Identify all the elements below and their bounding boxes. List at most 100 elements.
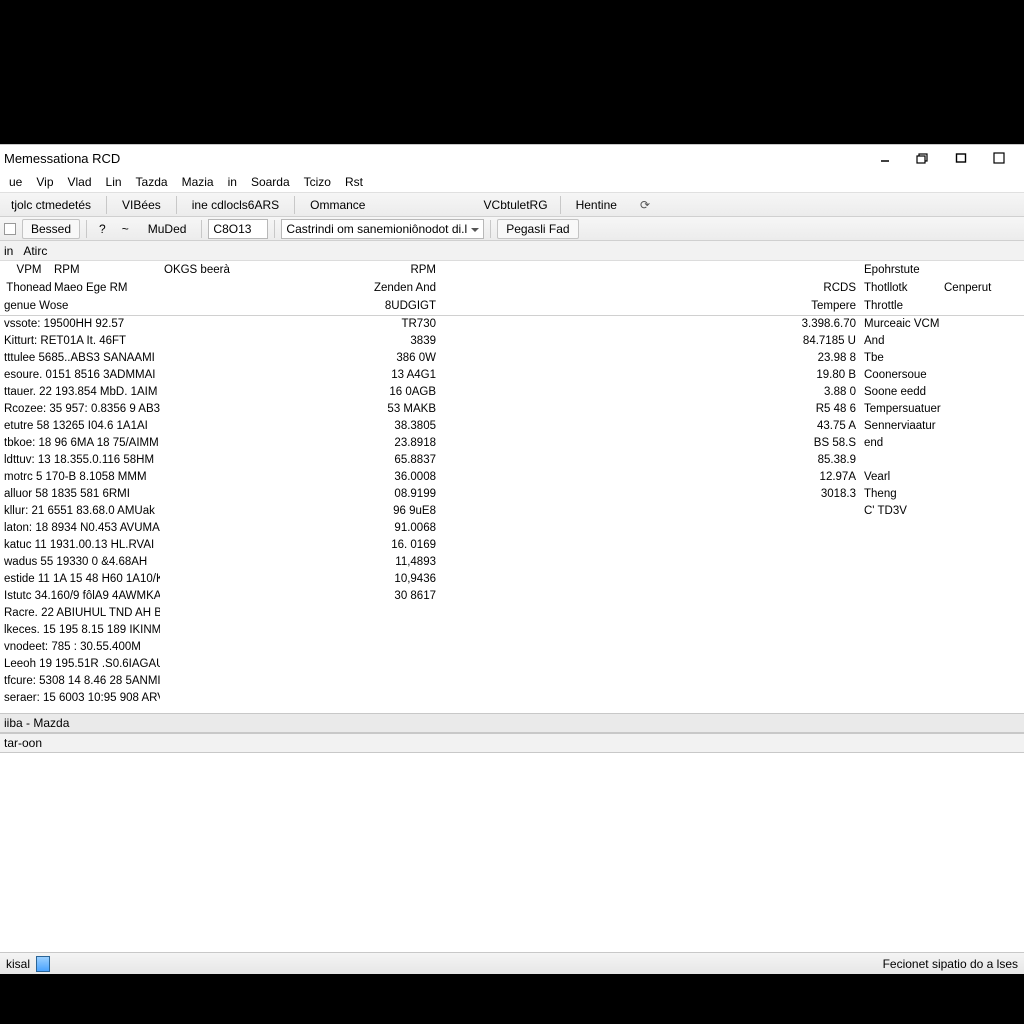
toolbar1-item-2[interactable]: ine cdlocls6ARS [183,195,288,215]
column-header[interactable] [790,261,860,279]
cell [790,502,860,519]
toolbar-separator [86,220,87,238]
table-row[interactable]: Racre. 22 ABIUHUL TND AH BRA [0,604,1024,621]
menu-in[interactable]: in [221,173,244,191]
minimize-button[interactable] [868,147,902,169]
menu-ue[interactable]: ue [2,173,29,191]
table-row[interactable]: laton: 18 8934 N0.453 AVUMA91.0068 [0,519,1024,536]
table-row[interactable]: vssote: 19500HH 92.57TR7303.398.6.70Murc… [0,315,1024,332]
menu-rst[interactable]: Rst [338,173,370,191]
cell [440,468,790,485]
menu-tcizo[interactable]: Tcizo [297,173,338,191]
toolbar-separator [176,196,177,214]
cell: Tbe [860,349,1024,366]
column-header[interactable]: RCDS [790,279,860,297]
cell [790,553,860,570]
data-grid[interactable]: VPMRPMOKGS beeràRPM Epohrstute ThoneadMae… [0,261,1024,713]
toolbar1-right-button[interactable]: Hentine [567,195,626,215]
column-header[interactable]: Tempere [790,297,860,315]
btn-pegasli[interactable]: Pegasli Fad [497,219,578,239]
column-header[interactable]: 8UDGIGT [160,297,440,315]
cell: alluor 58 1835 581 6RMI [0,485,160,502]
menu-lin[interactable]: Lin [99,173,129,191]
table-row[interactable]: Rcozee: 35 957: 0.8356 9 AB3M53 MAKBR5 4… [0,400,1024,417]
table-row[interactable]: ldttuv: 13 18.355.0.116 58HM65.883785.38… [0,451,1024,468]
menu-vip[interactable]: Vip [29,173,60,191]
cell [790,638,860,655]
code-field[interactable]: C8O13 [208,219,268,239]
cell: 13 A4G1 [160,366,440,383]
table-row[interactable]: Istutc 34.160/9 fôlA9 4AWMKA30 8617 [0,587,1024,604]
column-header[interactable] [440,297,790,315]
cell [440,638,790,655]
cell [440,570,790,587]
cell [860,638,1024,655]
column-header[interactable] [440,261,790,279]
question-label: ? [93,222,112,236]
cell: laton: 18 8934 N0.453 AVUMA [0,519,160,536]
column-header[interactable] [440,279,790,297]
cell [860,655,1024,672]
cell: 3.398.6.70 [790,315,860,332]
table-row[interactable]: motrc 5 170-B 8.1058 MMM36.000812.97AVea… [0,468,1024,485]
column-header[interactable]: ThotllotkCenperut [860,279,1024,297]
table-row[interactable]: katuc 11 1931.00.13 HL.RVAI16. 0169 [0,536,1024,553]
info-strip-1: iiba - Mazda [0,713,1024,733]
cell: 85.38.9 [790,451,860,468]
cell [160,655,440,672]
table-row[interactable]: tttulee 5685..ABS3 SANAAMI386 0W23.98 8T… [0,349,1024,366]
document-icon[interactable] [36,956,50,972]
maximize-button[interactable] [982,147,1016,169]
cell: TR730 [160,315,440,332]
cell [160,621,440,638]
titlebar: Memessationa RCD [0,145,1024,171]
tiny-square-button[interactable] [4,223,16,235]
toolbar1-item-3[interactable]: Ommance [301,195,374,215]
btn-bessed[interactable]: Bessed [22,219,80,239]
table-row[interactable]: tbkoe: 18 96 6MA 18 75/AIMM23.8918BS 58.… [0,434,1024,451]
table-row[interactable]: ttauer. 22 193.854 MbD. 1AIM16 0AGB3.88 … [0,383,1024,400]
table-row[interactable]: vnodeet: 785 : 30.55.400M [0,638,1024,655]
refresh-icon[interactable]: ⟳ [630,198,660,212]
table-row[interactable]: esoure. 0151 8516 3ADMMAI13 A4G119.80 BC… [0,366,1024,383]
table-row[interactable]: Kitturt: RET01A It. 46FT383984.7185 UAnd [0,332,1024,349]
table-row[interactable]: alluor 58 1835 581 6RMI08.91993018.3Then… [0,485,1024,502]
cell: vssote: 19500HH 92.57 [0,315,160,332]
cell: katuc 11 1931.00.13 HL.RVAI [0,536,160,553]
secondary-box-button[interactable] [944,147,978,169]
cell: esoure. 0151 8516 3ADMMAI [0,366,160,383]
menu-tazda[interactable]: Tazda [129,173,175,191]
column-header[interactable]: Throttle [860,297,1024,315]
cell [160,689,440,706]
cell [440,383,790,400]
column-header[interactable]: Epohrstute [860,261,1024,279]
table-row[interactable]: kllur: 21 6551 83.68.0 AMUak96 9uE8C' TD… [0,502,1024,519]
restore-button[interactable] [906,147,940,169]
cell [790,519,860,536]
toolbar1-item-0[interactable]: tjolc ctmedetés [2,195,100,215]
table-row[interactable]: lkeces. 15 195 8.15 189 IKINM [0,621,1024,638]
column-header[interactable]: ThoneadMaeo Ege RM [0,279,160,297]
column-header[interactable]: Zenden And [160,279,440,297]
table-row[interactable]: tfcure: 5308 14 8.46 28 5ANMI [0,672,1024,689]
statusbar: kisal Fecionet sipatio do a lses [0,952,1024,974]
cell: vnodeet: 785 : 30.55.400M [0,638,160,655]
table-row[interactable]: etutre 58 13265 I04.6 1A1AI38.380543.75 … [0,417,1024,434]
combo-main[interactable]: Castrindi om sanemioniônodot di.l [281,219,484,239]
cell: tfcure: 5308 14 8.46 28 5ANMI [0,672,160,689]
btn-muded[interactable]: MuDed [139,219,196,239]
column-header[interactable]: genue Wose [0,297,160,315]
table-row[interactable]: wadus 55 19330 0 &4.68AH11,4893 [0,553,1024,570]
toolbar1-item-1[interactable]: VIBées [113,195,170,215]
table-row[interactable]: Leeoh 19 195.51R .S0.6IAGAUN [0,655,1024,672]
column-header[interactable]: OKGS beeràRPM [160,261,440,279]
table-row[interactable]: seraer: 15 6003 10:95 908 ARVA [0,689,1024,706]
cell: ttauer. 22 193.854 MbD. 1AIM [0,383,160,400]
menu-mazia[interactable]: Mazia [175,173,221,191]
table-row[interactable]: estide 11 1A 15 48 H60 1A10/KR10,9436 [0,570,1024,587]
cell: lkeces. 15 195 8.15 189 IKINM [0,621,160,638]
column-header[interactable]: VPMRPM [0,261,160,279]
menu-vlad[interactable]: Vlad [61,173,99,191]
cell: Theng [860,485,1024,502]
menu-soarda[interactable]: Soarda [244,173,297,191]
